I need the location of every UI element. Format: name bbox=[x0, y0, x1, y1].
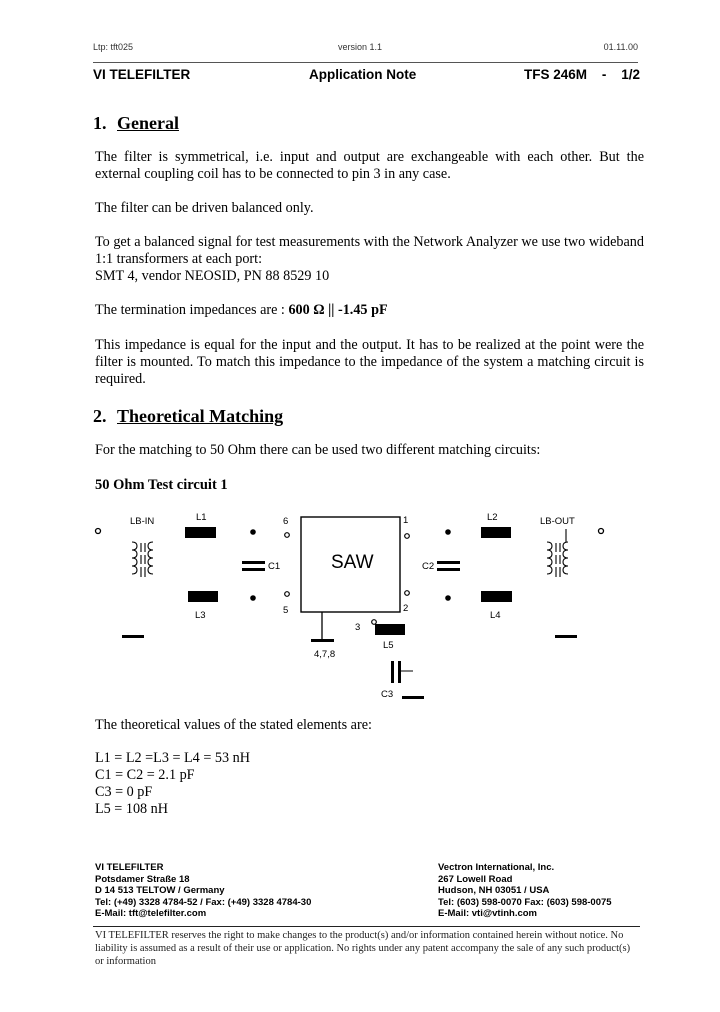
output-terminal bbox=[597, 527, 605, 535]
input-terminal bbox=[94, 527, 102, 535]
address-vectron: Vectron International, Inc. 267 Lowell R… bbox=[438, 862, 612, 920]
section-2-heading: 2. Theoretical Matching bbox=[93, 406, 283, 427]
label-l5: L5 bbox=[383, 640, 394, 651]
label-c3: C3 bbox=[381, 689, 393, 700]
footer-left-company: VI TELEFILTER bbox=[95, 862, 164, 873]
transformer-lb-out-icon bbox=[546, 529, 569, 577]
section-1-heading: 1. General bbox=[93, 113, 179, 134]
section-1-paragraph-symmetry: The filter is symmetrical, i.e. input an… bbox=[95, 149, 644, 182]
footer-right-company: Vectron International, Inc. bbox=[438, 862, 555, 873]
label-l4: L4 bbox=[490, 610, 501, 621]
capacitor-c2-plate-top bbox=[437, 561, 460, 564]
node-top-right bbox=[445, 529, 451, 535]
footer-right-email: E-Mail: vti@vtinh.com bbox=[438, 908, 537, 920]
section-1-paragraph-balanced: The filter can be driven balanced only. bbox=[95, 200, 314, 216]
header-company: VI TELEFILTER bbox=[93, 67, 191, 82]
header-page-number: 1/2 bbox=[621, 67, 640, 82]
label-pin-6: 6 bbox=[283, 516, 288, 527]
label-pin-2: 2 bbox=[403, 603, 408, 614]
document-date: 01.11.00 bbox=[603, 42, 638, 52]
section-1-paragraph-matching: This impedance is equal for the input an… bbox=[95, 337, 644, 387]
footer-right-street: 267 Lowell Road bbox=[438, 873, 513, 885]
label-pin-3: 3 bbox=[355, 622, 360, 633]
inductor-l5 bbox=[375, 624, 405, 635]
pin-2 bbox=[404, 590, 410, 596]
capacitor-c2-plate-bottom bbox=[437, 568, 460, 571]
section-2-paragraph: For the matching to 50 Ohm there can be … bbox=[95, 442, 541, 458]
footer-left-phone: Tel: (+49) 3328 4784-52 / Fax: (+49) 332… bbox=[95, 896, 312, 908]
address-vi-telefilter: VI TELEFILTER Potsdamer Straße 18 D 14 5… bbox=[95, 862, 311, 920]
label-ground-pins: 4,7,8 bbox=[314, 649, 335, 660]
footer-right-city: Hudson, NH 03051 / USA bbox=[438, 885, 550, 897]
ground-lb-in bbox=[122, 635, 144, 638]
termination-label: The termination impedances are : bbox=[95, 302, 289, 318]
header-dash: - bbox=[601, 67, 607, 82]
node-top-left bbox=[250, 529, 256, 535]
capacitor-c3-plate-right bbox=[398, 661, 401, 683]
footer-left-email: E-Mail: tft@telefilter.com bbox=[95, 908, 207, 920]
header-part-page: TFS 246M - 1/2 bbox=[524, 67, 640, 82]
termination-value: 600 Ω || -1.45 pF bbox=[288, 302, 388, 318]
test-circuit-1-title: 50 Ohm Test circuit 1 bbox=[95, 477, 228, 493]
ground-saw bbox=[311, 639, 334, 642]
inductor-l1 bbox=[185, 527, 216, 538]
label-lb-out: LB-OUT bbox=[540, 516, 575, 527]
label-l1: L1 bbox=[196, 512, 207, 523]
footer-right-phone: Tel: (603) 598-0070 Fax: (603) 598-0075 bbox=[438, 896, 612, 908]
label-pin-1: 1 bbox=[403, 515, 408, 526]
label-l3: L3 bbox=[195, 610, 206, 621]
header-part-number: TFS 246M bbox=[524, 67, 588, 82]
footer-divider bbox=[93, 926, 640, 927]
ground-c3 bbox=[402, 696, 424, 699]
label-saw: SAW bbox=[331, 552, 374, 573]
label-l2: L2 bbox=[487, 512, 498, 523]
ground-lb-out bbox=[555, 635, 577, 638]
label-c1: C1 bbox=[268, 561, 280, 572]
value-capacitor-c3: C3 = 0 pF bbox=[95, 784, 153, 800]
section-2-title: Theoretical Matching bbox=[117, 406, 284, 426]
label-pin-5: 5 bbox=[283, 605, 288, 616]
pin-3 bbox=[371, 619, 377, 625]
node-bottom-right bbox=[445, 595, 451, 601]
label-lb-in: LB-IN bbox=[130, 516, 154, 527]
header-doc-type: Application Note bbox=[309, 67, 417, 82]
inductor-l2 bbox=[481, 527, 511, 538]
footer-left-street: Potsdamer Straße 18 bbox=[95, 873, 190, 885]
section-1-transformer-part: SMT 4, vendor NEOSID, PN 88 8529 10 bbox=[95, 268, 330, 284]
pin-1 bbox=[404, 533, 410, 539]
pin-5 bbox=[284, 591, 290, 597]
capacitor-c3-plate-left bbox=[391, 661, 394, 683]
value-inductor-l5: L5 = 108 nH bbox=[95, 801, 169, 817]
section-1-number: 1. bbox=[93, 113, 107, 133]
section-1-paragraph-transformers: To get a balanced signal for test measur… bbox=[95, 234, 644, 267]
inductor-l3 bbox=[188, 591, 218, 602]
footer-left-city: D 14 513 TELTOW / Germany bbox=[95, 885, 225, 897]
header-divider bbox=[93, 62, 638, 63]
section-1-termination-impedance: The termination impedances are : 600 Ω |… bbox=[95, 302, 644, 319]
section-2-number: 2. bbox=[93, 406, 107, 426]
section-1-title: General bbox=[117, 113, 179, 133]
inductor-l4 bbox=[481, 591, 512, 602]
node-bottom-left bbox=[250, 595, 256, 601]
capacitor-c1-plate-top bbox=[242, 561, 265, 564]
values-intro: The theoretical values of the stated ele… bbox=[95, 717, 372, 733]
value-inductors-l1-l4: L1 = L2 =L3 = L4 = 53 nH bbox=[95, 750, 250, 766]
component-values-list: L1 = L2 =L3 = L4 = 53 nH C1 = C2 = 2.1 p… bbox=[95, 750, 250, 818]
value-capacitors-c1-c2: C1 = C2 = 2.1 pF bbox=[95, 767, 195, 783]
circuit-diagram: LB-IN L1 L3 C1 6 5 SAW 4,7,8 1 2 3 L5 C3… bbox=[94, 512, 605, 700]
capacitor-c1-plate-bottom bbox=[242, 568, 265, 571]
label-c2: C2 bbox=[422, 561, 434, 572]
transformer-lb-in-icon bbox=[131, 541, 154, 577]
pin-6 bbox=[284, 532, 290, 538]
legal-disclaimer: VI TELEFILTER reserves the right to make… bbox=[95, 930, 631, 967]
